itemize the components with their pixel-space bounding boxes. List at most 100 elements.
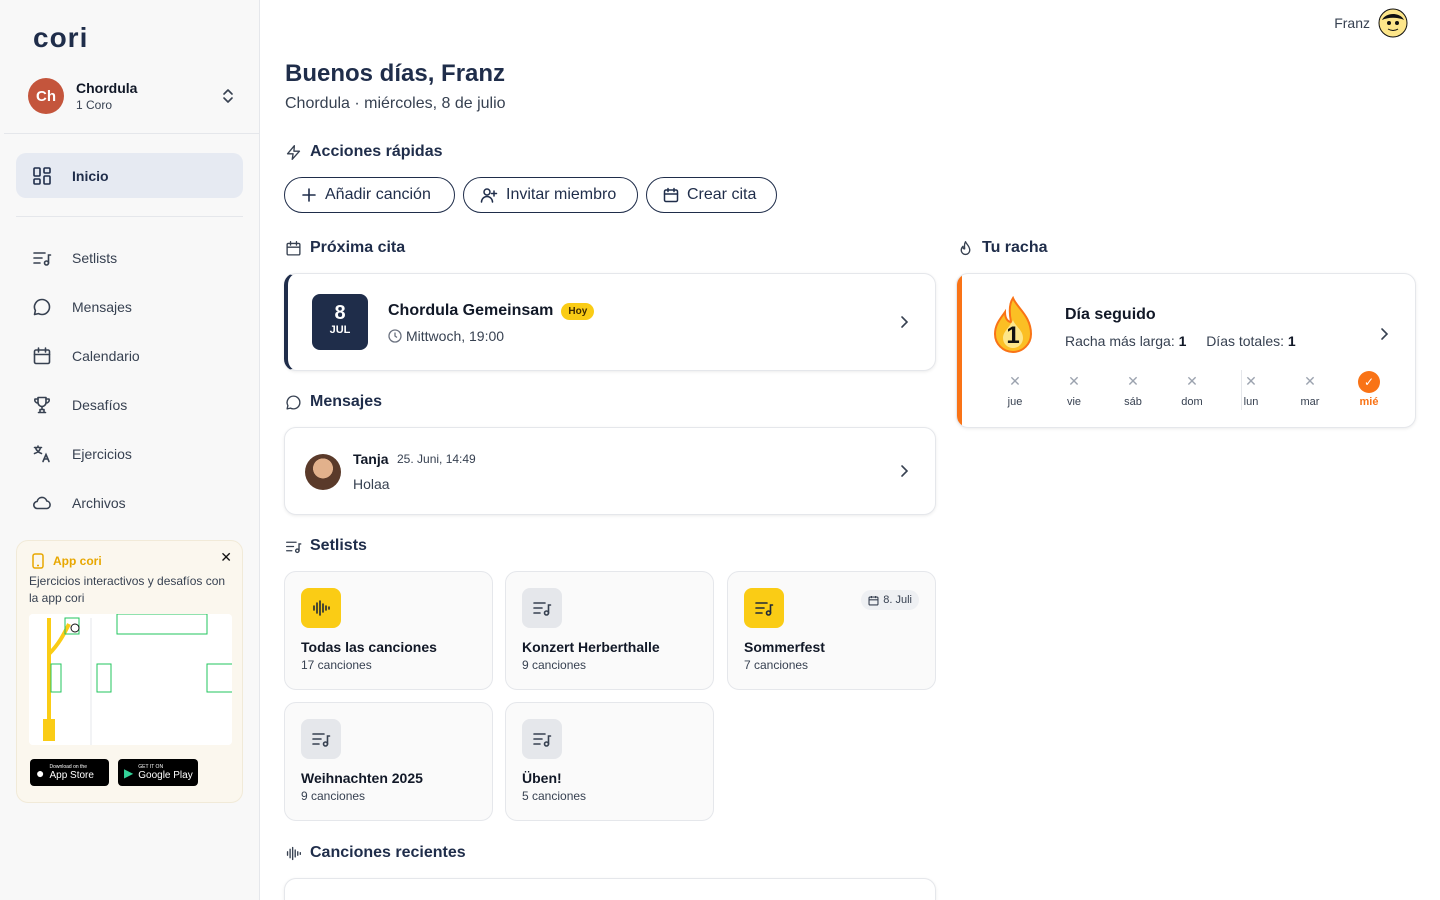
x-icon: ✕ xyxy=(1304,373,1316,389)
event-name: Chordula Gemeinsam xyxy=(388,302,554,319)
sidebar-item-label: Archivos xyxy=(72,495,126,511)
app-preview-illustration xyxy=(29,614,232,745)
sidebar-item-label: Ejercicios xyxy=(72,446,132,462)
chevron-right-icon xyxy=(901,316,909,328)
setlist-card[interactable]: Todas las canciones 17 canciones xyxy=(284,571,493,690)
list-music-icon xyxy=(32,248,52,268)
calendar-icon xyxy=(868,595,879,606)
setlist-card[interactable]: Weihnachten 2025 9 canciones xyxy=(284,702,493,821)
next-event-card[interactable]: 8 JUL Chordula Gemeinsam Hoy Mittwoch, 1… xyxy=(284,273,936,371)
section-title: Mensajes xyxy=(310,393,383,410)
calendar-icon xyxy=(32,346,52,366)
button-label: Crear cita xyxy=(687,186,757,203)
section-title: Acciones rápidas xyxy=(310,143,443,160)
setlist-count: 9 canciones xyxy=(301,789,366,803)
sidebar-item-desafios[interactable]: Desafíos xyxy=(16,385,243,425)
streak-day: ✕ vie xyxy=(1054,370,1094,408)
streak-heading: Tu racha xyxy=(957,239,1048,257)
setlist-count: 9 canciones xyxy=(522,658,587,672)
app-store-button[interactable]: ● Download on the App Store xyxy=(30,759,109,786)
day-label: jue xyxy=(1007,396,1023,408)
list-music-icon xyxy=(522,719,562,759)
sidebar-item-label: Inicio xyxy=(72,167,109,184)
choir-switcher[interactable]: Ch Chordula 1 Coro xyxy=(16,70,244,122)
section-title: Canciones recientes xyxy=(310,844,466,861)
exercises-icon xyxy=(32,444,52,464)
calendar-icon xyxy=(663,187,679,203)
divider xyxy=(16,216,243,217)
sidebar-item-ejercicios[interactable]: Ejercicios xyxy=(16,434,243,474)
close-icon[interactable]: ✕ xyxy=(220,549,232,566)
zap-icon xyxy=(286,144,301,160)
user-name: Franz xyxy=(1334,15,1370,31)
page-title: Buenos días, Franz xyxy=(285,60,506,87)
sidebar-item-archivos[interactable]: Archivos xyxy=(16,483,243,523)
user-plus-icon xyxy=(480,188,498,203)
sidebar-item-calendario[interactable]: Calendario xyxy=(16,336,243,376)
setlist-card[interactable]: Konzert Herberthalle 9 canciones xyxy=(505,571,714,690)
sidebar-item-label: Calendario xyxy=(72,348,140,364)
choir-count: 1 Coro xyxy=(76,98,113,112)
user-menu[interactable]: Franz xyxy=(1334,8,1408,38)
setlist-name: Weihnachten 2025 xyxy=(301,770,423,786)
promo-title-text: App cori xyxy=(53,554,102,568)
cori-logo[interactable]: cori xyxy=(33,22,88,54)
chevron-right-icon xyxy=(901,465,909,477)
list-music-icon xyxy=(286,541,302,553)
section-title: Setlists xyxy=(310,537,367,554)
choir-avatar: Ch xyxy=(28,78,64,114)
setlist-name: Todas las canciones xyxy=(301,639,437,655)
streak-count: 1 xyxy=(1006,322,1020,349)
streak-card[interactable]: 1 Día seguido Racha más larga: 1 Días to… xyxy=(956,273,1416,428)
streak-day: ✕ sáb xyxy=(1113,370,1153,408)
x-icon: ✕ xyxy=(1068,373,1080,389)
choir-info: Chordula 1 Coro xyxy=(76,80,218,112)
promo-text: Ejercicios interactivos y desafíos con l… xyxy=(29,574,226,605)
list-music-icon xyxy=(522,588,562,628)
event-time-text: Mittwoch, 19:00 xyxy=(406,328,505,344)
x-icon: ✕ xyxy=(1127,373,1139,389)
calendar-icon xyxy=(286,240,301,256)
promo-title: App cori xyxy=(31,553,102,569)
setlists-heading: Setlists xyxy=(285,537,367,555)
streak-day-today: ✓ mié xyxy=(1349,370,1389,408)
event-time: Mittwoch, 19:00 xyxy=(388,328,504,344)
sidebar-item-setlists[interactable]: Setlists xyxy=(16,238,243,278)
event-month: JUL xyxy=(329,324,351,336)
setlist-card[interactable]: 8. Juli Sommerfest 7 canciones xyxy=(727,571,936,690)
sidebar-item-inicio[interactable]: Inicio xyxy=(16,153,243,198)
cloud-icon xyxy=(32,493,52,513)
setlist-name: Konzert Herberthalle xyxy=(522,639,660,655)
day-label: sáb xyxy=(1124,396,1142,408)
add-song-button[interactable]: Añadir canción xyxy=(284,177,455,213)
divider xyxy=(4,133,260,134)
streak-day: ✕ jue xyxy=(995,370,1035,408)
setlist-card[interactable]: Üben! 5 canciones xyxy=(505,702,714,821)
sidebar-item-label: Setlists xyxy=(72,250,118,266)
invite-member-button[interactable]: Invitar miembro xyxy=(463,177,638,213)
message-circle-icon xyxy=(32,297,52,317)
x-icon: ✕ xyxy=(1245,373,1257,389)
recent-songs-card[interactable] xyxy=(284,878,936,900)
list-music-icon xyxy=(301,719,341,759)
avatar xyxy=(305,454,341,490)
audio-lines-icon xyxy=(286,846,301,860)
flame-icon xyxy=(960,240,971,255)
setlist-date: 8. Juli xyxy=(883,594,912,606)
setlist-date-badge: 8. Juli xyxy=(861,590,919,610)
total-value: 1 xyxy=(1287,333,1296,349)
longest-label: Racha más larga: xyxy=(1065,333,1175,349)
streak-flame: 1 xyxy=(989,295,1037,356)
sidebar-item-mensajes[interactable]: Mensajes xyxy=(16,287,243,327)
button-label: Añadir canción xyxy=(325,186,431,203)
create-event-button[interactable]: Crear cita xyxy=(646,177,777,213)
message-date: 25. Juni, 14:49 xyxy=(397,452,476,466)
streak-day: ✕ dom xyxy=(1172,370,1212,408)
smartphone-icon xyxy=(32,553,44,569)
google-play-button[interactable]: ▶ GET IT ON Google Play xyxy=(118,759,198,786)
message-card[interactable]: Tanja 25. Juni, 14:49 Holaa xyxy=(284,427,936,515)
streak-week: ✕ jue ✕ vie ✕ sáb ✕ dom ✕ lun ✕ mar ✓ mié xyxy=(981,370,1401,412)
chevron-right-icon xyxy=(1381,328,1389,340)
event-day: 8 xyxy=(334,302,346,324)
recent-songs-heading: Canciones recientes xyxy=(285,844,466,862)
